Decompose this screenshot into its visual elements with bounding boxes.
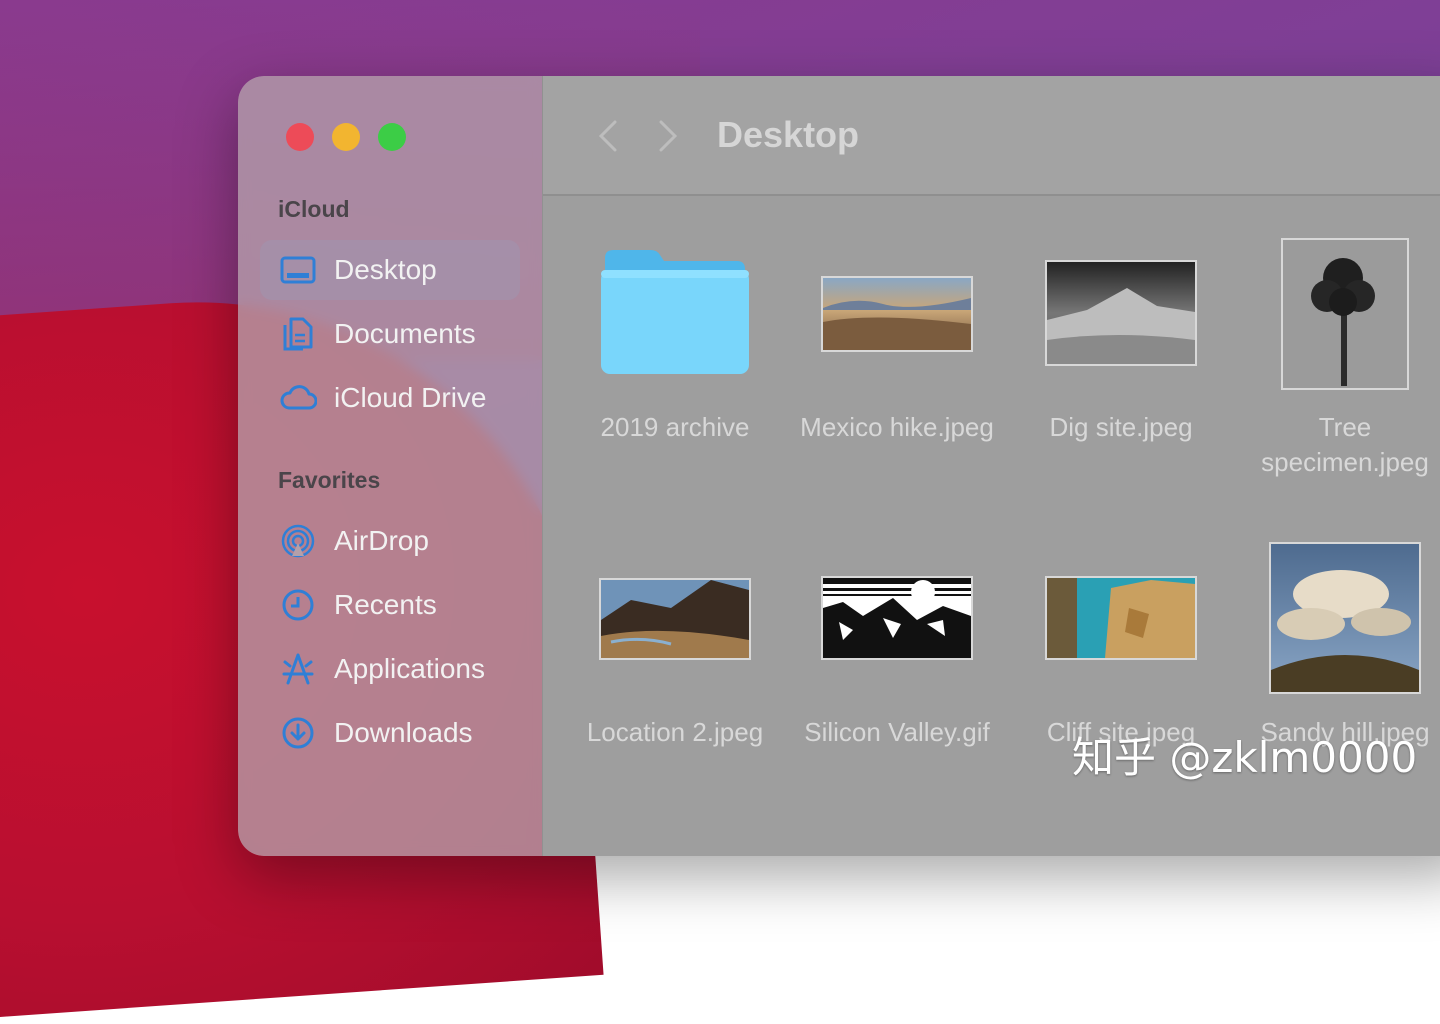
sidebar-item-desktop[interactable]: Desktop: [260, 240, 520, 300]
sidebar-item-icloud-drive[interactable]: iCloud Drive: [260, 368, 520, 428]
sidebar-item-label: Downloads: [334, 717, 473, 748]
image-thumbnail: [599, 578, 751, 660]
watermark-text: 知乎 @zklm0000: [1072, 733, 1418, 782]
airdrop-icon: [278, 521, 318, 561]
sidebar: iCloud Desktop Documents iCloud Drive Fa…: [238, 76, 542, 856]
maximize-button[interactable]: [378, 123, 406, 151]
file-name: Location 2.jpeg: [586, 717, 764, 747]
image-thumbnail: [821, 576, 973, 660]
sidebar-item-airdrop[interactable]: AirDrop: [260, 511, 520, 571]
sidebar-item-label: Applications: [334, 653, 485, 684]
window-title: Desktop: [717, 114, 860, 155]
file-name: Dig site.jpeg: [1049, 412, 1193, 442]
forward-button[interactable]: [651, 116, 685, 156]
downloads-icon: [278, 713, 318, 753]
file-name: Mexico hike.jpeg: [800, 412, 994, 442]
sidebar-item-applications[interactable]: Applications: [260, 639, 520, 699]
image-thumbnail: [1281, 238, 1409, 390]
sidebar-item-label: iCloud Drive: [334, 382, 487, 413]
sidebar-item-recents[interactable]: Recents: [260, 575, 520, 635]
file-name: 2019 archive: [600, 412, 750, 442]
file-name: Tree specimen.jpeg: [1261, 412, 1429, 477]
image-thumbnail: [821, 276, 973, 352]
documents-icon: [278, 314, 318, 354]
sidebar-section-favorites: Favorites: [278, 467, 381, 493]
image-thumbnail: [1269, 542, 1421, 694]
file-name: Silicon Valley.gif: [804, 717, 990, 747]
chevron-right-icon: [659, 120, 678, 152]
folder-icon: [601, 250, 749, 374]
sidebar-item-label: AirDrop: [334, 525, 429, 556]
sidebar-item-label: Desktop: [334, 254, 437, 285]
sidebar-item-downloads[interactable]: Downloads: [260, 703, 520, 763]
chevron-left-icon: [598, 120, 617, 152]
sidebar-item-label: Recents: [334, 589, 437, 620]
desktop-icon: [278, 250, 318, 290]
sidebar-item-documents[interactable]: Documents: [260, 304, 520, 364]
toolbar: Desktop: [543, 76, 1440, 196]
icloud-icon: [278, 378, 318, 418]
applications-icon: [278, 649, 318, 689]
image-thumbnail: [1045, 260, 1197, 366]
sidebar-section-icloud: iCloud: [278, 196, 350, 222]
close-button[interactable]: [286, 123, 314, 151]
sidebar-item-label: Documents: [334, 318, 476, 349]
back-button[interactable]: [591, 116, 625, 156]
image-thumbnail: [1045, 576, 1197, 660]
minimize-button[interactable]: [332, 123, 360, 151]
clock-icon: [278, 585, 318, 625]
